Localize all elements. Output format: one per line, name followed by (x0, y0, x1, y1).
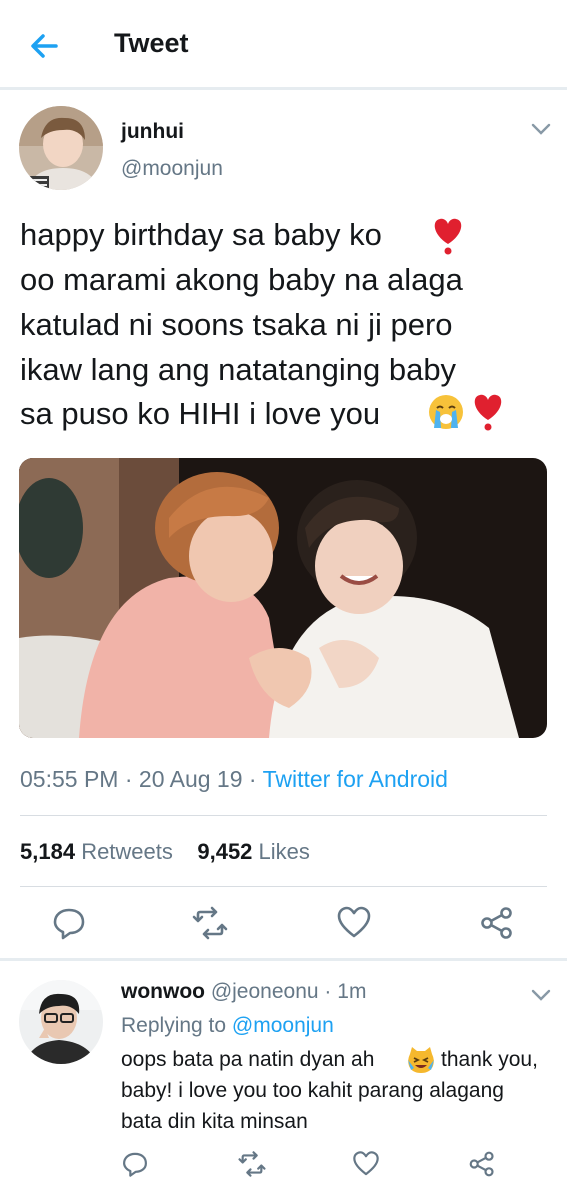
tweet-text-line: oo marami akong baby na alaga (20, 262, 463, 297)
reply-author-avatar[interactable] (19, 980, 103, 1064)
crying-emoji-icon (429, 395, 463, 429)
author-handle[interactable]: @moonjun (121, 157, 223, 181)
reply-text-line: baby! i love you too kahit parang alagan… (121, 1079, 504, 1102)
laughing-cat-emoji-icon (408, 1047, 434, 1073)
reply-author-handle[interactable]: @jeoneonu (211, 980, 319, 1003)
chevron-down-icon[interactable] (530, 122, 552, 136)
like-icon[interactable] (336, 905, 372, 941)
heart-emoji-icon (434, 218, 462, 255)
like-icon[interactable] (352, 1150, 380, 1178)
chevron-down-icon[interactable] (530, 988, 552, 1002)
share-icon[interactable] (479, 905, 515, 941)
tweet-text-line: happy birthday sa baby ko (20, 217, 382, 252)
tweet-text-line: ikaw lang ang natatanging baby (20, 352, 457, 387)
like-count[interactable]: 9,452 (197, 839, 252, 864)
reply-author-name[interactable]: wonwoo (121, 980, 205, 1003)
reply-icon[interactable] (51, 905, 87, 941)
tweet-photo[interactable] (19, 458, 547, 738)
reply-dot: · (324, 980, 332, 1003)
reply-text-line: bata din kita minsan (121, 1110, 308, 1133)
tweet-time: 05:55 PM (20, 766, 119, 792)
retweet-icon[interactable] (238, 1150, 266, 1178)
divider (20, 886, 547, 887)
page-title: Tweet (114, 28, 189, 58)
replying-label: Replying to (121, 1014, 227, 1037)
reply-text-line: thank you, (441, 1048, 538, 1071)
divider (20, 815, 547, 816)
reply-icon[interactable] (121, 1150, 149, 1178)
reply-time: 1m (337, 980, 367, 1003)
tweet-source-link[interactable]: Twitter for Android (263, 766, 448, 792)
top-bar: Tweet (0, 0, 567, 90)
tweet-stats: 5,184 Retweets 9,452 Likes (20, 839, 310, 865)
retweets-label[interactable]: Retweets (81, 839, 173, 864)
meta-separator: · (248, 766, 257, 792)
likes-label[interactable]: Likes (259, 839, 310, 864)
section-divider (0, 958, 567, 961)
replying-mention-link[interactable]: @moonjun (232, 1014, 334, 1037)
replying-to: Replying to @moonjun (121, 1014, 334, 1038)
tweet-text-line: sa puso ko HIHI i love you (20, 396, 381, 431)
back-arrow-icon[interactable] (24, 26, 64, 66)
share-icon[interactable] (468, 1150, 496, 1178)
author-avatar[interactable] (19, 106, 103, 190)
author-name[interactable]: junhui (121, 120, 184, 144)
retweet-count[interactable]: 5,184 (20, 839, 75, 864)
tweet-meta: 05:55 PM · 20 Aug 19 · Twitter for Andro… (20, 766, 448, 793)
tweet-date: 20 Aug 19 (138, 766, 243, 792)
heart-emoji-icon (474, 394, 502, 431)
retweet-icon[interactable] (192, 905, 228, 941)
reply-text-line: oops bata pa natin dyan ah (121, 1048, 375, 1071)
reply-header: wonwoo @jeoneonu · 1m (121, 980, 366, 1004)
tweet-text-line: katulad ni soons tsaka ni ji pero (20, 307, 453, 342)
meta-separator: · (124, 766, 133, 792)
